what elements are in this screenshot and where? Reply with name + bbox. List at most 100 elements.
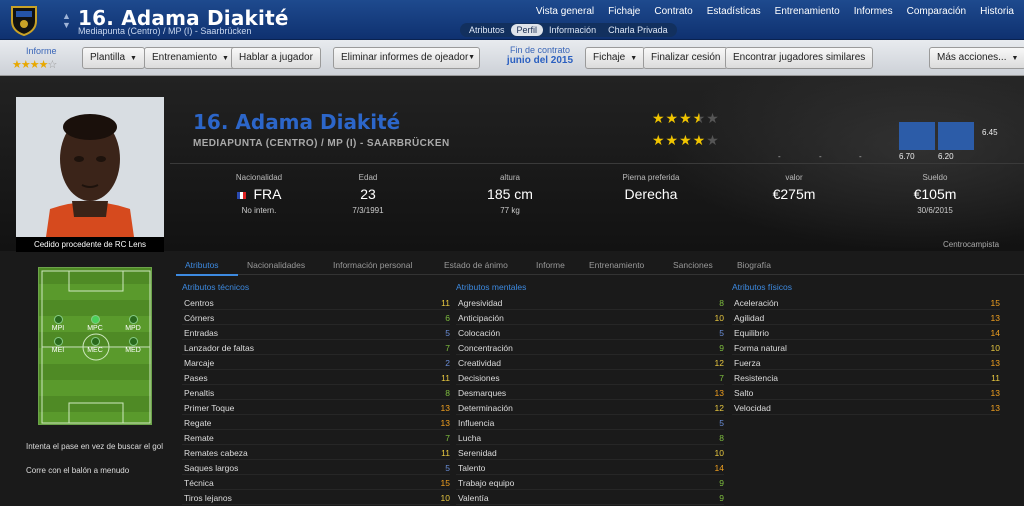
attribute-value: 7	[445, 343, 450, 353]
attribute-row[interactable]: Tiros lejanos 10	[182, 490, 450, 505]
attribute-row[interactable]: Entradas 5	[182, 325, 450, 340]
attribute-row[interactable]: Centros 11	[182, 295, 450, 310]
attributes-mentales: Atributos mentales Agresividad 8 Anticipac…	[456, 282, 724, 505]
tab-informacion-personal[interactable]: Información personal	[333, 260, 412, 270]
attribute-row[interactable]: Regate 13	[182, 415, 450, 430]
attribute-name: Lanzador de faltas	[184, 343, 254, 353]
attribute-row[interactable]: Remate 7	[182, 430, 450, 445]
section-title: Atributos técnicos	[182, 282, 250, 292]
tab-informe[interactable]: Informe	[536, 260, 565, 270]
attribute-row[interactable]: Primer Toque 13	[182, 400, 450, 415]
attribute-name: Colocación	[458, 328, 501, 338]
attribute-value: 5	[445, 463, 450, 473]
nav-comparacion[interactable]: Comparación	[907, 6, 966, 17]
attribute-row[interactable]: Penaltis 8	[182, 385, 450, 400]
nav-fichaje[interactable]: Fichaje	[608, 6, 640, 17]
attribute-row[interactable]: Decisiones 7	[456, 370, 724, 385]
club-crest-icon[interactable]	[8, 3, 40, 37]
position-mpc: MPC	[87, 325, 103, 332]
nav-estadisticas[interactable]: Estadísticas	[707, 6, 761, 17]
attribute-row[interactable]: Fuerza 13	[732, 355, 1000, 370]
nav-arrows[interactable]: ▲ ▼	[62, 12, 71, 30]
attribute-name: Creatividad	[458, 358, 501, 368]
attribute-row[interactable]: Saques largos 5	[182, 460, 450, 475]
attribute-row[interactable]: Marcaje 2	[182, 355, 450, 370]
attribute-value: 14	[990, 328, 1000, 338]
nav-informes[interactable]: Informes	[854, 6, 893, 17]
mas-acciones-button[interactable]: Más acciones... ▼	[929, 47, 1024, 69]
informe-stars[interactable]: ★★★★☆	[12, 58, 57, 71]
attribute-row[interactable]: Salto 13	[732, 385, 1000, 400]
attribute-row[interactable]: Influencia 5	[456, 415, 724, 430]
hablar-jugador-button[interactable]: Hablar a jugador	[231, 47, 321, 69]
attribute-row[interactable]: Creatividad 12	[456, 355, 724, 370]
attribute-row[interactable]: Lucha 8	[456, 430, 724, 445]
attribute-value: 8	[445, 388, 450, 398]
attribute-row[interactable]: Resistencia 11	[732, 370, 1000, 385]
tab-entrenamiento[interactable]: Entrenamiento	[589, 260, 644, 270]
toolbar: Informe ★★★★☆ Plantilla ▼ Entrenamiento ▼ …	[0, 40, 1024, 76]
attribute-value: 13	[990, 388, 1000, 398]
tab-nacionalidades[interactable]: Nacionalidades	[247, 260, 305, 270]
attribute-row[interactable]: Trabajo equipo 9	[456, 475, 724, 490]
attribute-name: Lucha	[458, 433, 482, 443]
subtab-informacion[interactable]: Información	[543, 24, 602, 36]
eliminar-informes-button[interactable]: Eliminar informes de ojeador ▼	[333, 47, 480, 69]
subtab-perfil[interactable]: Perfil	[510, 24, 544, 36]
attribute-row[interactable]: Equilibrio 14	[732, 325, 1000, 340]
tab-estado-animo[interactable]: Estado de ánimo	[444, 260, 508, 270]
attribute-name: Entradas	[184, 328, 219, 338]
title-bar: ▲ ▼ 16. Adama Diakité Mediapunta (Centro)…	[0, 0, 1024, 40]
stat-edad: Edad 23 7/3/1991	[352, 173, 384, 215]
attribute-row[interactable]: Agilidad 13	[732, 310, 1000, 325]
tab-biografia[interactable]: Biografía	[737, 260, 771, 270]
attribute-value: 10	[990, 343, 1000, 353]
attribute-name: Valentía	[458, 493, 489, 503]
attribute-row[interactable]: Talento 14	[456, 460, 724, 475]
nav-contrato[interactable]: Contrato	[654, 6, 692, 17]
attribute-row[interactable]: Anticipación 10	[456, 310, 724, 325]
plantilla-button[interactable]: Plantilla ▼	[82, 47, 145, 69]
attribute-row[interactable]: Remates cabeza 11	[182, 445, 450, 460]
attribute-value: 11	[441, 298, 450, 308]
attribute-row[interactable]: Técnica 15	[182, 475, 450, 490]
tab-atributos[interactable]: Atributos	[185, 260, 219, 270]
player-name: 16. Adama Diakité	[193, 110, 401, 134]
attribute-name: Talento	[458, 463, 486, 473]
chevron-down-icon: ▼	[222, 55, 229, 62]
encontrar-similares-button[interactable]: Encontrar jugadores similares	[725, 47, 874, 69]
contract-label: Fin de contrato	[509, 45, 571, 55]
attribute-row[interactable]: Serenidad 10	[456, 445, 724, 460]
attribute-row[interactable]: Valentía 9	[456, 490, 724, 505]
nav-historia[interactable]: Historia	[980, 6, 1014, 17]
attribute-value: 7	[719, 373, 724, 383]
attribute-row[interactable]: Pases 11	[182, 370, 450, 385]
fichaje-button[interactable]: Fichaje ▼	[585, 47, 646, 69]
attribute-name: Centros	[184, 298, 214, 308]
attribute-row[interactable]: Determinación 12	[456, 400, 724, 415]
chevron-down-icon: ▼	[1011, 55, 1019, 62]
attribute-row[interactable]: Velocidad 13	[732, 400, 1000, 415]
subtab-atributos[interactable]: Atributos	[463, 24, 511, 36]
entrenamiento-button[interactable]: Entrenamiento ▼	[144, 47, 237, 69]
attribute-row[interactable]: Lanzador de faltas 7	[182, 340, 450, 355]
attribute-row[interactable]: Colocación 5	[456, 325, 724, 340]
nav-vista-general[interactable]: Vista general	[536, 6, 594, 17]
tab-sanciones[interactable]: Sanciones	[673, 260, 713, 270]
trait-item: Intenta el pase en vez de buscar el gol	[26, 442, 163, 451]
attribute-row[interactable]: Córners 6	[182, 310, 450, 325]
attribute-row[interactable]: Aceleración 15	[732, 295, 1000, 310]
attribute-name: Decisiones	[458, 373, 500, 383]
attribute-row[interactable]: Concentración 9	[456, 340, 724, 355]
attribute-value: 9	[719, 478, 724, 488]
subtab-charla-privada[interactable]: Charla Privada	[602, 24, 674, 36]
attribute-value: 8	[719, 298, 724, 308]
finalizar-cesion-button[interactable]: Finalizar cesión	[643, 47, 729, 69]
attribute-value: 11	[991, 373, 1000, 383]
attribute-value: 15	[440, 478, 450, 488]
attribute-row[interactable]: Forma natural 10	[732, 340, 1000, 355]
attribute-row[interactable]: Desmarques 13	[456, 385, 724, 400]
nav-entrenamiento[interactable]: Entrenamiento	[775, 6, 840, 17]
loan-caption: Cedido procedente de RC Lens	[16, 237, 164, 252]
attribute-row[interactable]: Agresividad 8	[456, 295, 724, 310]
